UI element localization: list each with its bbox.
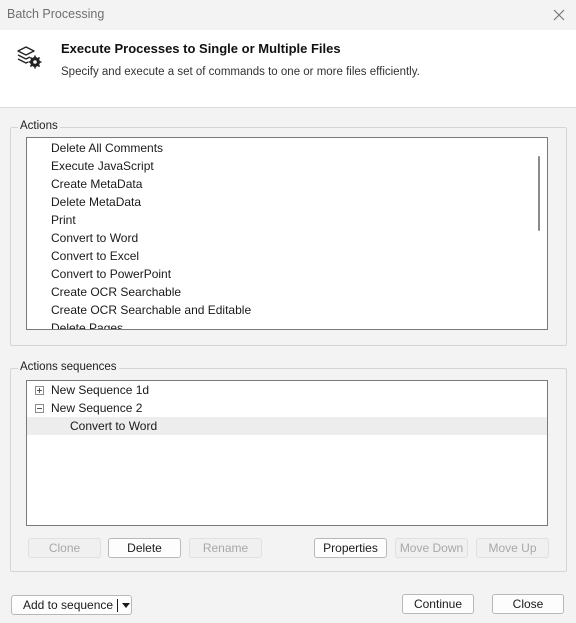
rename-button[interactable]: Rename: [189, 538, 262, 558]
dropdown-arrow-icon[interactable]: [122, 603, 130, 608]
actions-scrollbar[interactable]: [532, 138, 547, 329]
header-title: Execute Processes to Single or Multiple …: [61, 41, 341, 56]
sequences-group-label: Actions sequences: [18, 361, 119, 373]
clone-button[interactable]: Clone: [28, 538, 101, 558]
title-bar: Batch Processing: [0, 0, 576, 30]
sequences-group: Actions sequences New Sequence 1d New Se…: [10, 361, 567, 572]
move-up-button[interactable]: Move Up: [476, 538, 549, 558]
continue-button[interactable]: Continue: [402, 594, 474, 614]
delete-button[interactable]: Delete: [108, 538, 181, 558]
tree-item-sequence-1d[interactable]: New Sequence 1d: [27, 381, 547, 399]
action-item-create-ocr-searchable-editable[interactable]: Create OCR Searchable and Editable: [27, 301, 547, 319]
action-item-convert-to-excel[interactable]: Convert to Excel: [27, 247, 547, 265]
actions-list[interactable]: Delete All Comments Execute JavaScript C…: [26, 137, 548, 330]
scrollbar-thumb[interactable]: [538, 156, 540, 231]
tree-child-label: Convert to Word: [70, 419, 158, 433]
move-down-button[interactable]: Move Down: [395, 538, 468, 558]
tree-item-sequence-2[interactable]: New Sequence 2: [27, 399, 547, 417]
action-item-delete-pages[interactable]: Delete Pages: [27, 319, 547, 329]
close-icon[interactable]: [548, 4, 570, 26]
action-item-execute-javascript[interactable]: Execute JavaScript: [27, 157, 547, 175]
header-subtitle: Specify and execute a set of commands to…: [61, 66, 420, 78]
properties-button[interactable]: Properties: [314, 538, 387, 558]
tree-child-convert-to-word[interactable]: Convert to Word: [27, 417, 547, 435]
add-to-sequence-split-button[interactable]: Add to sequence: [11, 595, 132, 615]
action-item-print[interactable]: Print: [27, 211, 547, 229]
gear-layers-icon: [15, 43, 45, 73]
window-title: Batch Processing: [7, 7, 105, 21]
action-item-create-metadata[interactable]: Create MetaData: [27, 175, 547, 193]
tree-item-label: New Sequence 2: [51, 401, 143, 415]
action-item-delete-all-comments[interactable]: Delete All Comments: [27, 139, 547, 157]
split-divider: [117, 599, 118, 612]
collapse-minus-icon[interactable]: [35, 404, 44, 413]
sequences-tree[interactable]: New Sequence 1d New Sequence 2 Convert t…: [26, 380, 548, 526]
action-item-convert-to-powerpoint[interactable]: Convert to PowerPoint: [27, 265, 547, 283]
tree-item-label: New Sequence 1d: [51, 383, 150, 397]
action-item-delete-metadata[interactable]: Delete MetaData: [27, 193, 547, 211]
action-item-convert-to-word[interactable]: Convert to Word: [27, 229, 547, 247]
actions-group: Actions Delete All Comments Execute Java…: [10, 120, 567, 346]
close-button[interactable]: Close: [492, 594, 564, 614]
expand-plus-icon[interactable]: [35, 386, 44, 395]
dialog-header: Execute Processes to Single or Multiple …: [0, 30, 576, 108]
actions-group-label: Actions: [18, 120, 60, 132]
action-item-create-ocr-searchable[interactable]: Create OCR Searchable: [27, 283, 547, 301]
add-to-sequence-label[interactable]: Add to sequence: [23, 596, 113, 614]
